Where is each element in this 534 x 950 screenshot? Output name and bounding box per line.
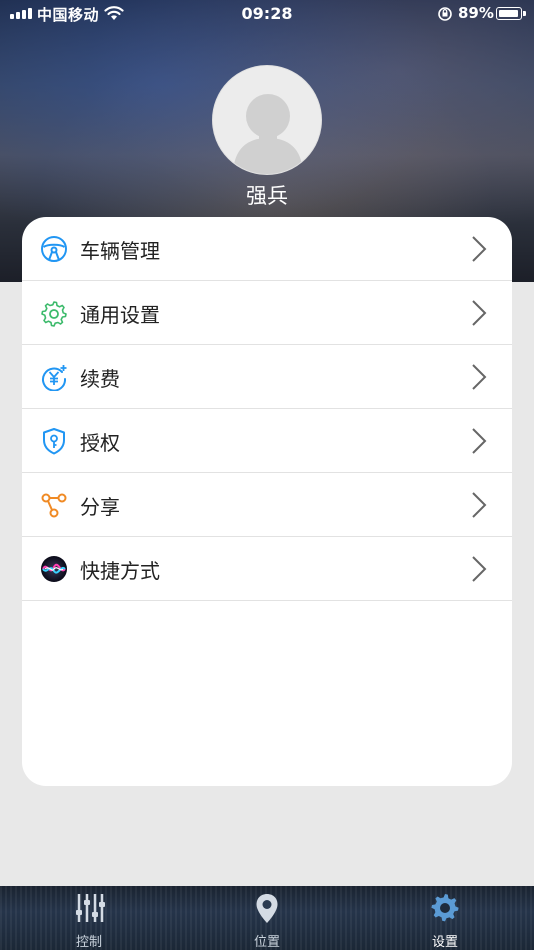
menu-item-vehicle-management[interactable]: 车辆管理 bbox=[22, 217, 512, 281]
tab-settings[interactable]: 设置 bbox=[385, 886, 505, 950]
menu-item-general-settings[interactable]: 通用设置 bbox=[22, 281, 512, 345]
location-pin-icon bbox=[256, 894, 278, 923]
orientation-lock-icon bbox=[438, 7, 452, 21]
menu-item-label: 通用设置 bbox=[80, 303, 160, 327]
tab-label: 控制 bbox=[75, 935, 102, 950]
menu-item-label: 快捷方式 bbox=[80, 559, 160, 583]
default-avatar-icon bbox=[233, 94, 303, 174]
chevron-right-icon bbox=[472, 364, 487, 390]
tab-control[interactable]: 控制 bbox=[29, 886, 149, 950]
menu-item-shortcuts[interactable]: 快捷方式 bbox=[22, 537, 512, 601]
gear-icon bbox=[41, 301, 67, 327]
chevron-right-icon bbox=[472, 300, 487, 326]
menu-item-label: 车辆管理 bbox=[80, 239, 160, 263]
username: 强兵 bbox=[246, 184, 288, 208]
tab-label: 位置 bbox=[253, 935, 280, 950]
battery-percent: 89% bbox=[458, 4, 494, 22]
shield-key-icon bbox=[43, 428, 65, 455]
siri-icon bbox=[41, 556, 67, 582]
share-icon bbox=[41, 493, 67, 518]
chevron-right-icon bbox=[472, 492, 487, 518]
status-time: 09:28 bbox=[241, 4, 293, 23]
avatar[interactable] bbox=[212, 65, 322, 175]
menu-item-label: 续费 bbox=[80, 367, 120, 391]
tab-label: 设置 bbox=[431, 935, 458, 950]
menu-item-authorization[interactable]: 授权 bbox=[22, 409, 512, 473]
sliders-icon bbox=[76, 894, 105, 922]
chevron-right-icon bbox=[472, 428, 487, 454]
menu-item-share[interactable]: 分享 bbox=[22, 473, 512, 537]
menu-item-label: 分享 bbox=[80, 495, 120, 519]
steering-wheel-icon bbox=[41, 236, 67, 262]
chevron-right-icon bbox=[472, 236, 487, 262]
tab-bar: 控制 位置 设置 bbox=[0, 886, 534, 950]
menu-item-label: 授权 bbox=[80, 431, 120, 455]
menu-item-renewal[interactable]: 续费 bbox=[22, 345, 512, 409]
battery-icon bbox=[496, 7, 526, 20]
tab-location[interactable]: 位置 bbox=[207, 886, 327, 950]
chevron-right-icon bbox=[472, 556, 487, 582]
yuan-renew-icon bbox=[42, 365, 67, 391]
status-bar: 中国移动 09:28 89% bbox=[0, 0, 534, 28]
gear-icon bbox=[431, 894, 459, 922]
settings-menu-card: 车辆管理 通用设置 续费 授权 分享 快捷方式 bbox=[22, 217, 512, 786]
